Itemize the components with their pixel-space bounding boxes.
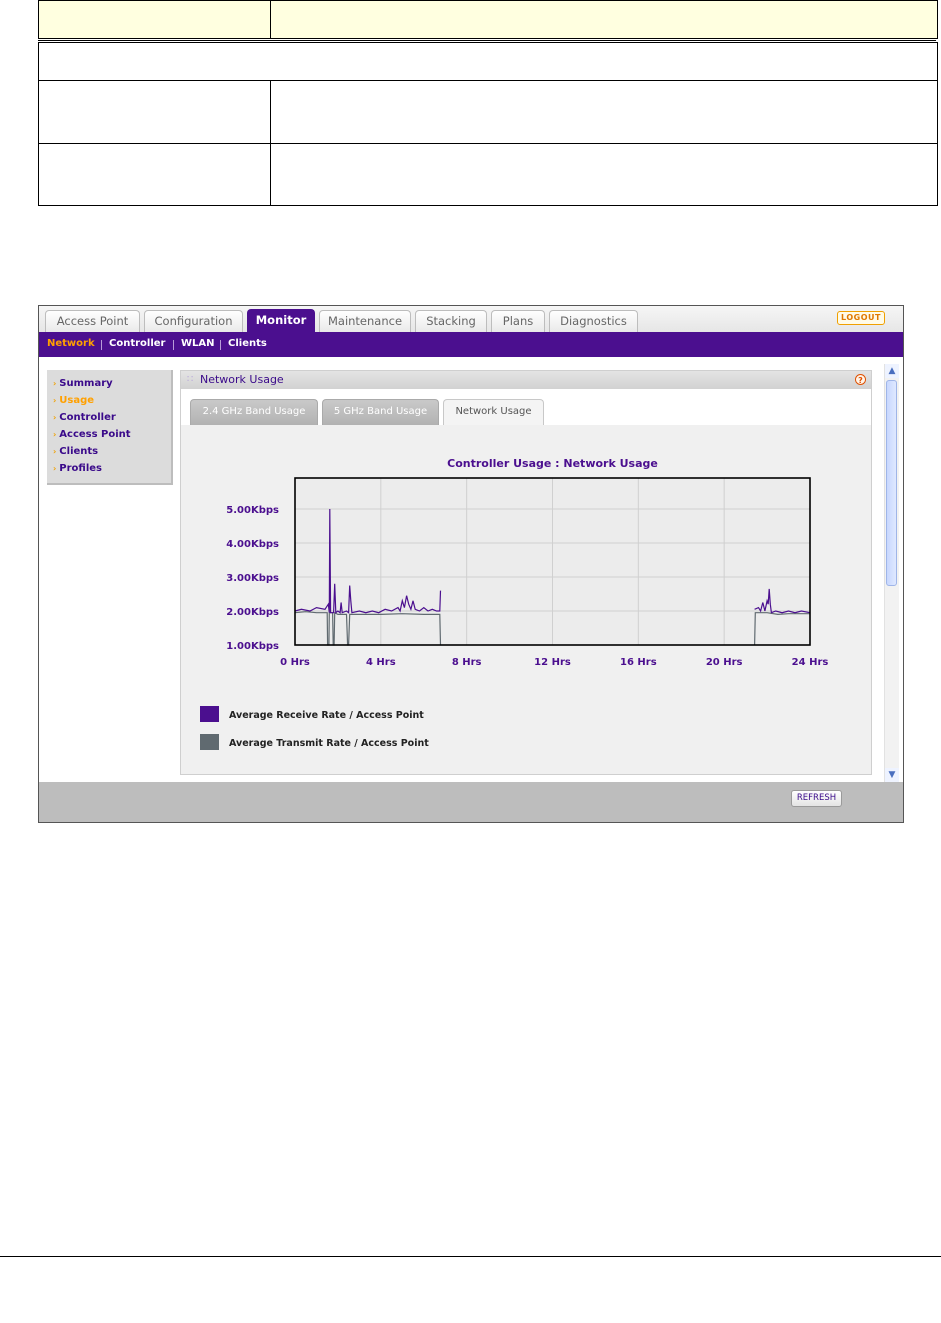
chevron-up-icon[interactable]: ▲: [885, 364, 899, 378]
table-row: [38, 143, 938, 206]
vertical-scrollbar[interactable]: ▲ ▼: [884, 364, 899, 782]
x-tick-label: 0 Hrs: [280, 657, 310, 668]
arrow-right-icon: ›: [53, 396, 57, 405]
x-tick-label: 8 Hrs: [452, 657, 482, 668]
tab-network-usage[interactable]: Network Usage: [443, 399, 544, 425]
subnav-network[interactable]: Network: [47, 332, 95, 357]
menu-item-summary[interactable]: › Summary: [53, 376, 113, 392]
network-usage-panel: ∷ Network Usage ? 2.4 GHz Band Usage 5 G…: [180, 370, 872, 775]
panel-title: Network Usage: [200, 373, 284, 386]
tab-stacking[interactable]: Stacking: [415, 310, 487, 332]
arrow-right-icon: ›: [53, 447, 57, 456]
arrow-right-icon: ›: [53, 464, 57, 473]
y-tick-label: 2.00Kbps: [226, 607, 279, 618]
usage-tab-bar: 2.4 GHz Band Usage 5 GHz Band Usage Netw…: [181, 389, 871, 425]
help-icon[interactable]: ?: [855, 374, 866, 385]
y-tick-label: 1.00Kbps: [226, 641, 279, 652]
panel-title-bar: ∷ Network Usage ?: [181, 371, 871, 389]
refresh-button[interactable]: REFRESH: [791, 790, 842, 807]
x-tick-label: 24 Hrs: [792, 657, 829, 668]
subnav-wlan[interactable]: WLAN: [181, 332, 215, 357]
menu-item-usage[interactable]: › Usage: [53, 393, 94, 409]
controller-ui-window: Access Point Configuration Monitor Maint…: [38, 305, 904, 823]
tab-diagnostics[interactable]: Diagnostics: [549, 310, 638, 332]
table-header-rule: [38, 40, 936, 41]
arrow-right-icon: ›: [53, 413, 57, 422]
tab-5ghz-band-usage[interactable]: 5 GHz Band Usage: [322, 399, 439, 425]
legend-label: Average Receive Rate / Access Point: [229, 710, 424, 721]
y-tick-label: 3.00Kbps: [226, 573, 279, 584]
menu-item-clients[interactable]: › Clients: [53, 444, 98, 460]
menu-item-profiles[interactable]: › Profiles: [53, 461, 102, 477]
footer-bar: REFRESH: [39, 782, 903, 822]
y-tick-label: 5.00Kbps: [226, 505, 279, 516]
menu-item-controller[interactable]: › Controller: [53, 410, 116, 426]
chart-title: Controller Usage : Network Usage: [447, 457, 658, 470]
x-tick-label: 16 Hrs: [620, 657, 657, 668]
table-bottom-rule: [38, 205, 938, 206]
subnav-divider: [220, 340, 221, 350]
legend-label: Average Transmit Rate / Access Point: [229, 738, 429, 749]
arrow-right-icon: ›: [53, 379, 57, 388]
logout-button[interactable]: LOGOUT: [837, 311, 885, 325]
tab-monitor[interactable]: Monitor: [247, 309, 315, 332]
x-tick-label: 4 Hrs: [366, 657, 396, 668]
tab-configuration[interactable]: Configuration: [144, 310, 243, 332]
sub-navigation: Network Controller WLAN Clients: [39, 332, 903, 357]
grip-icon: ∷: [187, 374, 194, 385]
chart-area: Controller Usage : Network Usage 5.00Kbps…: [181, 425, 871, 774]
tab-plans[interactable]: Plans: [491, 310, 545, 332]
subnav-controller[interactable]: Controller: [109, 332, 165, 357]
subnav-divider: [173, 340, 174, 350]
usage-chart: Controller Usage : Network Usage 5.00Kbps…: [200, 457, 829, 750]
x-tick-label: 12 Hrs: [534, 657, 571, 668]
table-spanning-row: [38, 42, 938, 81]
y-tick-label: 4.00Kbps: [226, 539, 279, 550]
subnav-clients[interactable]: Clients: [228, 332, 267, 357]
main-tab-bar: Access Point Configuration Monitor Maint…: [39, 306, 903, 332]
legend-swatch: [200, 734, 219, 750]
table-header-row: [38, 0, 938, 39]
menu-item-access-point[interactable]: › Access Point: [53, 427, 131, 443]
arrow-right-icon: ›: [53, 430, 57, 439]
x-tick-label: 20 Hrs: [706, 657, 743, 668]
tab-24ghz-band-usage[interactable]: 2.4 GHz Band Usage: [190, 399, 318, 425]
scroll-thumb[interactable]: [886, 380, 897, 586]
legend-swatch: [200, 706, 219, 722]
tab-maintenance[interactable]: Maintenance: [319, 310, 411, 332]
table-row: [38, 80, 938, 143]
chevron-down-icon[interactable]: ▼: [885, 768, 899, 782]
document-table: [38, 0, 938, 206]
page-footer-rule: [0, 1256, 941, 1257]
left-menu: › Summary › Usage › Controller › Access Poin…: [47, 370, 173, 485]
subnav-divider: [101, 340, 102, 350]
tab-access-point[interactable]: Access Point: [45, 310, 140, 332]
